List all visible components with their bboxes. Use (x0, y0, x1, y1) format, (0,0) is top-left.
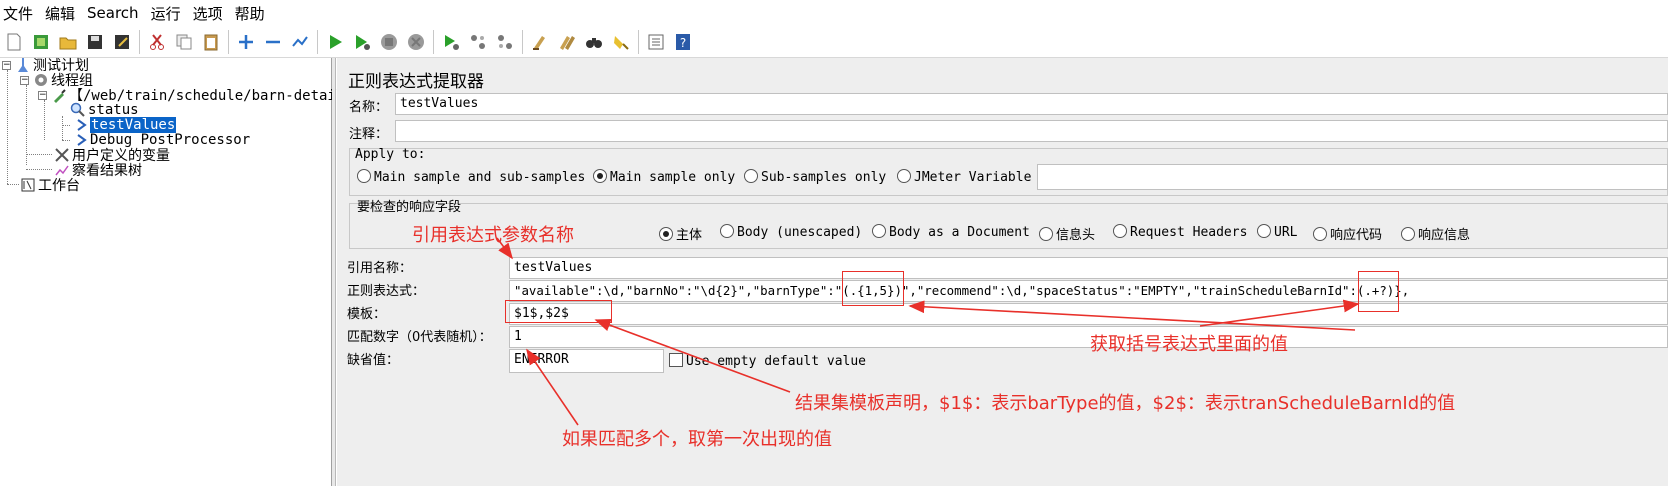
arrow-to-template (594, 319, 791, 393)
annotation-arrows (496, 237, 1360, 426)
arrow-to-group-1 (908, 300, 1356, 331)
arrow-to-ref-name (496, 237, 513, 260)
arrow-to-group-2 (1199, 299, 1360, 327)
arrow-to-match-number (526, 348, 579, 426)
